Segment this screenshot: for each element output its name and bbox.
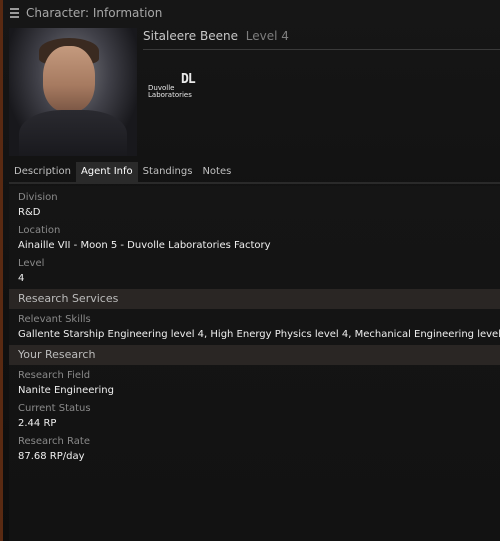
research-rate-value: 87.68 RP/day bbox=[18, 451, 85, 462]
corp-logo-line2: Laboratories bbox=[148, 91, 192, 99]
relevant-skills-label: Relevant Skills bbox=[18, 314, 91, 325]
current-status-label: Current Status bbox=[18, 403, 91, 414]
research-field-label: Research Field bbox=[18, 370, 91, 381]
corp-logo-mark: DL bbox=[181, 72, 196, 87]
agent-portrait bbox=[9, 28, 137, 156]
divider bbox=[143, 49, 500, 50]
corporation-logo[interactable]: DL Duvolle Laboratories bbox=[148, 72, 204, 99]
relevant-skills-value: Gallente Starship Engineering level 4, H… bbox=[18, 329, 500, 340]
agent-level: Level 4 bbox=[245, 29, 289, 43]
level-value: 4 bbox=[18, 273, 25, 284]
location-value[interactable]: Ainaille VII - Moon 5 - Duvolle Laborato… bbox=[18, 240, 271, 251]
character-info-window: Character: Information Sitaleere Beene L… bbox=[0, 0, 500, 541]
research-services-header: Research Services bbox=[9, 289, 500, 309]
info-tabs: Description Agent Info Standings Notes bbox=[9, 162, 236, 182]
window-title: Character: Information bbox=[26, 6, 163, 20]
your-research-header: Your Research bbox=[9, 345, 500, 365]
level-label: Level bbox=[18, 258, 45, 269]
window-titlebar[interactable]: Character: Information bbox=[6, 3, 500, 23]
tab-agent-info[interactable]: Agent Info bbox=[75, 162, 138, 182]
tab-notes[interactable]: Notes bbox=[197, 162, 236, 182]
tabs-underline bbox=[9, 182, 500, 184]
agent-info-panel: Division R&D Location Ainaille VII - Moo… bbox=[9, 186, 500, 541]
current-status-value: 2.44 RP bbox=[18, 418, 57, 429]
division-label: Division bbox=[18, 192, 58, 203]
agent-name: Sitaleere Beene bbox=[143, 29, 238, 43]
menu-icon[interactable] bbox=[10, 8, 22, 18]
agent-name-line: Sitaleere Beene Level 4 bbox=[143, 29, 289, 43]
research-field-value: Nanite Engineering bbox=[18, 385, 114, 396]
division-value: R&D bbox=[18, 207, 41, 218]
location-label: Location bbox=[18, 225, 61, 236]
research-rate-label: Research Rate bbox=[18, 436, 90, 447]
tab-standings[interactable]: Standings bbox=[138, 162, 198, 182]
tab-description[interactable]: Description bbox=[9, 162, 76, 182]
